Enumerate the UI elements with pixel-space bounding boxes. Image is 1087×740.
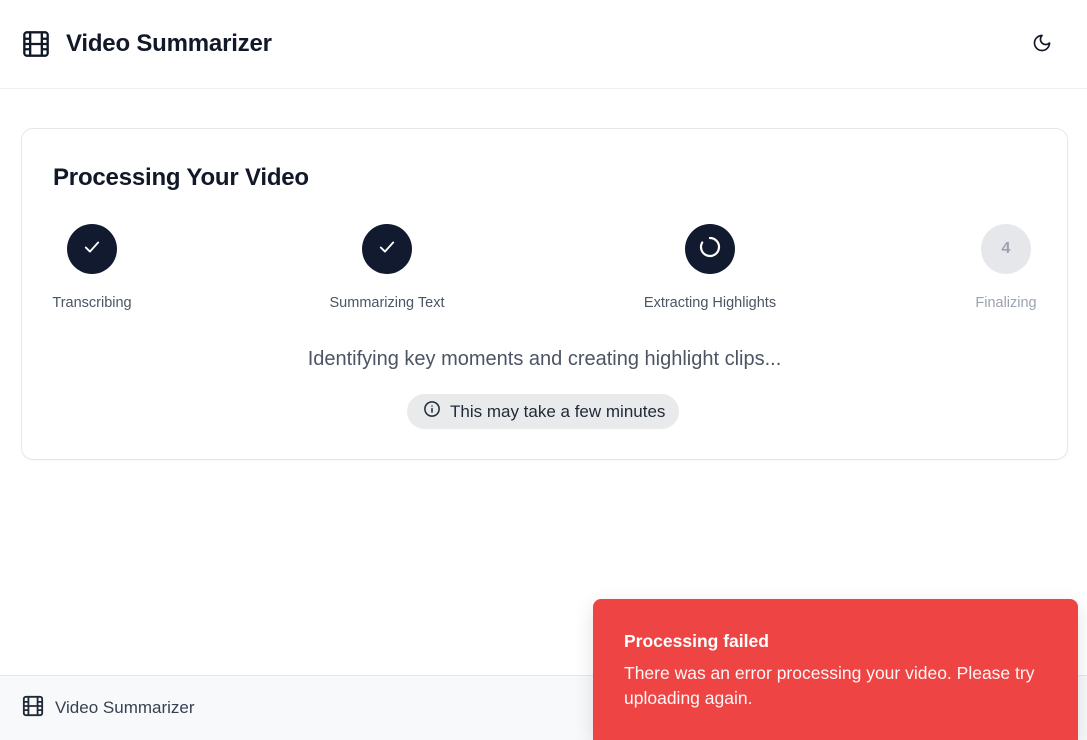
- step-status-indicator: [362, 224, 412, 274]
- step-status-indicator: 4: [981, 224, 1031, 274]
- step-label: Finalizing: [975, 295, 1037, 311]
- error-toast[interactable]: Processing failed There was an error pro…: [593, 599, 1078, 740]
- step-status-indicator: [67, 224, 117, 274]
- toast-title: Processing failed: [624, 631, 769, 651]
- duration-note-text: This may take a few minutes: [450, 401, 666, 421]
- step-number: 4: [1001, 240, 1011, 257]
- step-extracting-highlights: Extracting Highlights: [630, 224, 790, 311]
- step-summarizing-text: Summarizing Text: [307, 224, 467, 311]
- spinner-icon: [698, 235, 722, 264]
- step-label: Transcribing: [52, 295, 132, 311]
- theme-toggle-button[interactable]: [1027, 29, 1057, 59]
- step-transcribing: Transcribing: [12, 224, 172, 311]
- footer-title: Video Summarizer: [55, 698, 195, 717]
- brand[interactable]: Video Summarizer: [22, 30, 272, 58]
- step-label: Summarizing Text: [329, 295, 445, 311]
- check-icon: [82, 237, 102, 262]
- status-message: Identifying key moments and creating hig…: [307, 348, 782, 370]
- app-title: Video Summarizer: [66, 30, 272, 57]
- processing-card: Processing Your Video Transcribing Summa…: [21, 128, 1068, 460]
- info-icon: [423, 400, 441, 423]
- step-finalizing: 4 Finalizing: [926, 224, 1086, 311]
- app-header: Video Summarizer: [0, 0, 1087, 89]
- film-icon: [22, 695, 44, 722]
- duration-note: This may take a few minutes: [407, 394, 680, 429]
- moon-icon: [1032, 33, 1052, 56]
- check-icon: [377, 237, 397, 262]
- card-title: Processing Your Video: [53, 164, 309, 191]
- step-status-indicator: [685, 224, 735, 274]
- film-icon: [22, 30, 50, 58]
- step-label: Extracting Highlights: [643, 295, 777, 311]
- toast-message: There was an error processing your video…: [624, 663, 1035, 708]
